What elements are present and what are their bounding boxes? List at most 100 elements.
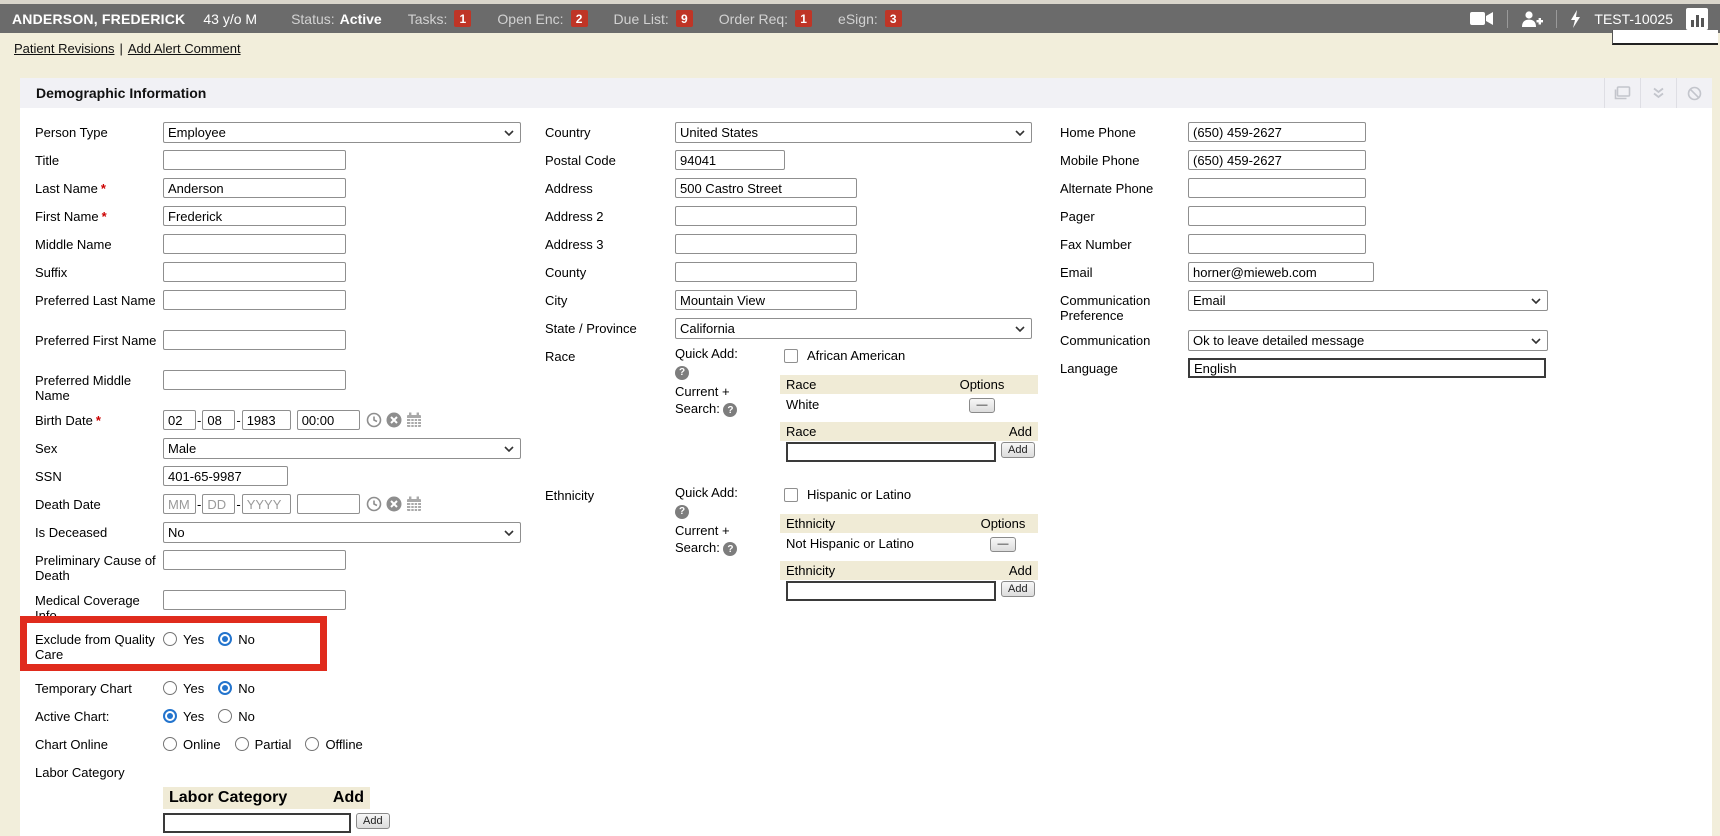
race-add-col1: Race (786, 424, 816, 439)
disable-icon[interactable] (1676, 78, 1712, 108)
print-icon[interactable] (1604, 78, 1640, 108)
order-req-badge[interactable]: 1 (795, 10, 812, 27)
email-input[interactable] (1188, 262, 1374, 282)
esign-counter[interactable]: eSign: 3 (838, 10, 902, 27)
birth-year-input[interactable] (242, 410, 291, 430)
ssn-input[interactable] (163, 466, 288, 486)
city-input[interactable] (675, 290, 857, 310)
title-input[interactable] (163, 150, 346, 170)
due-list-badge[interactable]: 9 (676, 10, 693, 27)
video-camera-icon[interactable] (1470, 11, 1494, 26)
field-middle-name: Middle Name (35, 234, 540, 255)
active-chart-no-radio[interactable] (218, 709, 232, 723)
sex-select[interactable]: Male (163, 438, 521, 459)
country-select[interactable]: United States (675, 122, 1032, 143)
death-time-input[interactable] (297, 494, 360, 514)
ethnicity-remove-button[interactable]: — (990, 537, 1016, 552)
last-name-input[interactable] (163, 178, 346, 198)
open-enc-badge[interactable]: 2 (571, 10, 588, 27)
exclude-qc-no-label: No (238, 631, 255, 647)
open-enc-counter[interactable]: Open Enc: 2 (497, 10, 587, 27)
language-label: Language (1060, 358, 1188, 376)
race-remove-button[interactable]: — (969, 398, 995, 413)
clear-date-icon[interactable] (386, 496, 402, 512)
field-last-name: Last Name* (35, 178, 540, 199)
patient-revisions-link[interactable]: Patient Revisions (14, 41, 114, 56)
postal-code-input[interactable] (675, 150, 785, 170)
due-list-counter[interactable]: Due List: 9 (614, 10, 693, 27)
address3-input[interactable] (675, 234, 857, 254)
death-year-input[interactable] (242, 494, 291, 514)
birth-time-input[interactable] (297, 410, 360, 430)
bar-chart-icon[interactable] (1686, 8, 1708, 30)
help-icon[interactable]: ? (723, 403, 737, 417)
clock-icon[interactable] (366, 412, 382, 428)
middle-name-input[interactable] (163, 234, 346, 254)
ethnicity-add-button[interactable]: Add (1001, 581, 1035, 597)
state-value: California (680, 321, 735, 336)
clock-icon[interactable] (366, 496, 382, 512)
help-icon[interactable]: ? (723, 542, 737, 556)
person-add-icon[interactable] (1521, 11, 1543, 27)
active-chart-yes-radio[interactable] (163, 709, 177, 723)
collapse-chevrons-icon[interactable] (1640, 78, 1676, 108)
address2-input[interactable] (675, 206, 857, 226)
tasks-counter[interactable]: Tasks: 1 (408, 10, 472, 27)
suffix-input[interactable] (163, 262, 346, 282)
lightning-icon[interactable] (1570, 10, 1581, 28)
order-req-counter[interactable]: Order Req: 1 (719, 10, 812, 27)
preliminary-cause-input[interactable] (163, 550, 346, 570)
tasks-badge[interactable]: 1 (454, 10, 471, 27)
race-african-american-checkbox[interactable] (784, 349, 798, 363)
chart-online-offline-radio[interactable] (305, 737, 319, 751)
race-add-input[interactable] (786, 442, 996, 462)
first-name-input[interactable] (163, 206, 346, 226)
preferred-last-name-input[interactable] (163, 290, 346, 310)
temporary-chart-no-radio[interactable] (218, 681, 232, 695)
communication-preference-label: Communication Preference (1060, 290, 1188, 323)
field-address2: Address 2 (545, 206, 1055, 227)
calendar-icon[interactable] (406, 496, 422, 512)
death-month-input[interactable] (163, 494, 196, 514)
esign-badge[interactable]: 3 (885, 10, 902, 27)
home-phone-input[interactable] (1188, 122, 1366, 142)
exclude-qc-yes-radio[interactable] (163, 632, 177, 646)
mobile-phone-input[interactable] (1188, 150, 1366, 170)
address-input[interactable] (675, 178, 857, 198)
birth-day-input[interactable] (202, 410, 235, 430)
ethnicity-add-input[interactable] (786, 581, 996, 601)
chevron-down-icon (504, 446, 514, 452)
county-input[interactable] (675, 262, 857, 282)
race-add-button[interactable]: Add (1001, 442, 1035, 458)
death-day-input[interactable] (202, 494, 235, 514)
person-type-value: Employee (168, 125, 226, 140)
help-icon[interactable]: ? (675, 366, 689, 380)
person-type-select[interactable]: Employee (163, 122, 521, 143)
labor-add-button[interactable]: Add (356, 813, 390, 829)
language-input[interactable] (1188, 358, 1546, 378)
communication-select[interactable]: Ok to leave detailed message (1188, 330, 1548, 351)
communication-preference-select[interactable]: Email (1188, 290, 1548, 311)
calendar-icon[interactable] (406, 412, 422, 428)
birth-month-input[interactable] (163, 410, 196, 430)
alternate-phone-input[interactable] (1188, 178, 1366, 198)
is-deceased-select[interactable]: No (163, 522, 521, 543)
medical-coverage-input[interactable] (163, 590, 346, 610)
ethnicity-search-line: Search: ? (675, 540, 780, 557)
add-alert-comment-link[interactable]: Add Alert Comment (128, 41, 241, 56)
state-select[interactable]: California (675, 318, 1032, 339)
chart-online-online-radio[interactable] (163, 737, 177, 751)
panel-title: Demographic Information (36, 85, 206, 101)
field-postal-code: Postal Code (545, 150, 1055, 171)
pager-input[interactable] (1188, 206, 1366, 226)
help-icon[interactable]: ? (675, 505, 689, 519)
clear-date-icon[interactable] (386, 412, 402, 428)
fax-number-input[interactable] (1188, 234, 1366, 254)
exclude-qc-no-radio[interactable] (218, 632, 232, 646)
chart-online-partial-radio[interactable] (235, 737, 249, 751)
temporary-chart-yes-radio[interactable] (163, 681, 177, 695)
ethnicity-hispanic-checkbox[interactable] (784, 488, 798, 502)
preferred-first-name-input[interactable] (163, 330, 346, 350)
labor-category-input[interactable] (163, 813, 351, 833)
preferred-middle-name-input[interactable] (163, 370, 346, 390)
